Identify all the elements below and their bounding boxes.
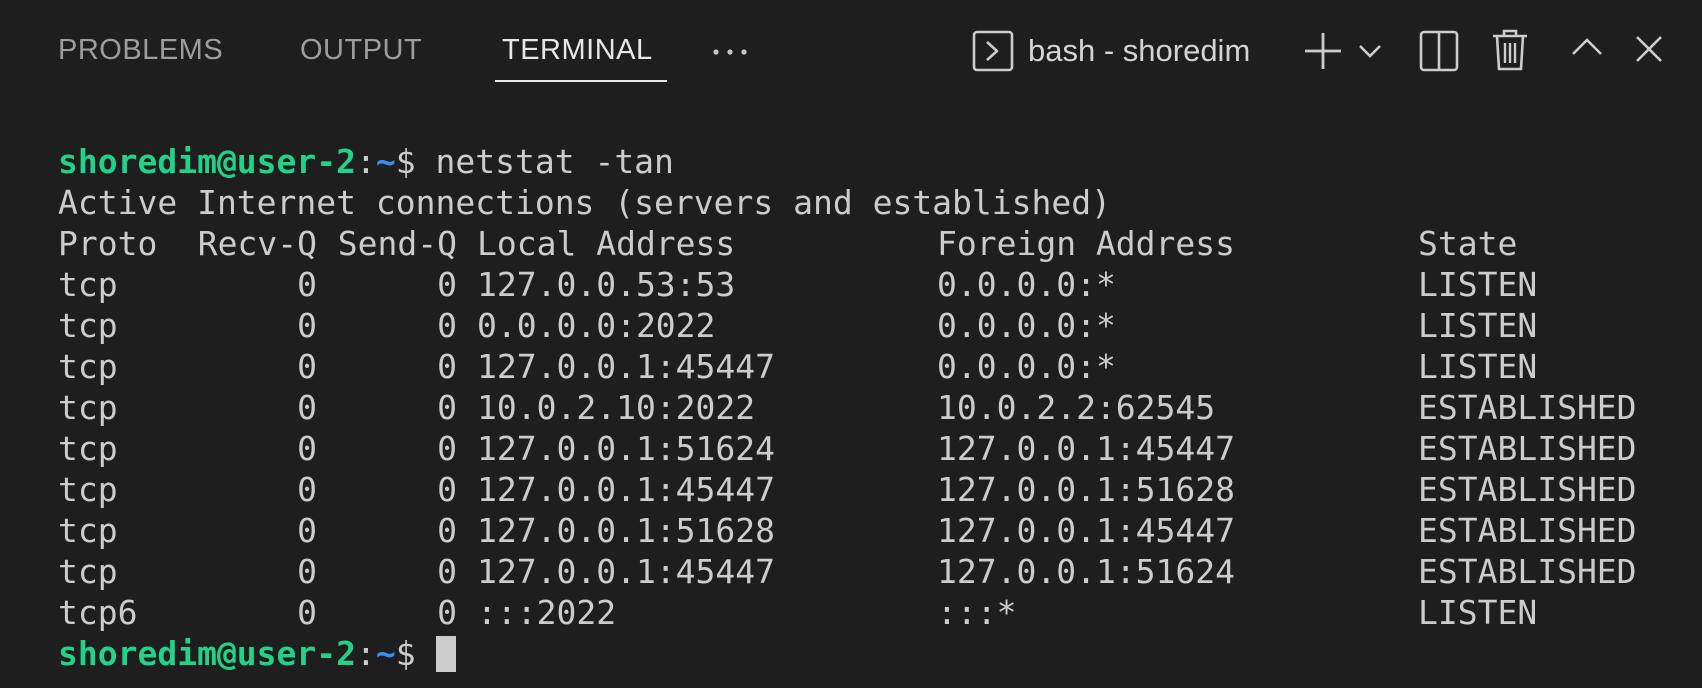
table-row: tcp 0 0 127.0.0.1:45447 0.0.0.0:* LISTEN xyxy=(58,346,1698,387)
cell-state: ESTABLISHED xyxy=(1418,552,1637,591)
prompt-symbol: $ xyxy=(395,142,416,181)
table-row: tcp 0 0 127.0.0.1:51628 127.0.0.1:45447 ESTAB… xyxy=(58,510,1698,551)
cell-recv-q: 0 xyxy=(297,306,317,345)
cell-state: LISTEN xyxy=(1418,306,1538,345)
prompt-colon: : xyxy=(356,142,376,181)
prompt-symbol: $ xyxy=(395,634,416,673)
cell-state: LISTEN xyxy=(1418,593,1538,632)
terminal-icon[interactable] xyxy=(972,30,1014,72)
active-tab-indicator xyxy=(495,80,667,82)
ellipsis-icon[interactable] xyxy=(710,30,750,70)
cell-state: LISTEN xyxy=(1418,347,1538,386)
cell-state: ESTABLISHED xyxy=(1418,470,1637,509)
table-row: tcp 0 0 10.0.2.10:2022 10.0.2.2:62545 ESTABLI… xyxy=(58,387,1698,428)
cell-proto: tcp xyxy=(58,388,118,427)
table-row: tcp 0 0 127.0.0.53:53 0.0.0.0:* LISTEN xyxy=(58,264,1698,305)
cell-proto: tcp xyxy=(58,265,118,304)
table-row: tcp 0 0 127.0.0.1:45447 127.0.0.1:51624 ESTAB… xyxy=(58,551,1698,592)
cell-foreign-address: 10.0.2.2:62545 xyxy=(937,388,1216,427)
table-row: tcp6 0 0:::2022:::* LISTEN xyxy=(58,592,1698,633)
output-title: Active Internet connections (servers and… xyxy=(58,183,1111,222)
close-icon[interactable] xyxy=(1634,34,1664,64)
cell-recv-q: 0 xyxy=(297,511,317,550)
header-state: State xyxy=(1418,224,1518,263)
text-cursor xyxy=(435,636,456,672)
cell-foreign-address: 0.0.0.0:* xyxy=(937,347,1116,386)
table-row: tcp 0 0 127.0.0.1:45447 127.0.0.1:51628 ESTAB… xyxy=(58,469,1698,510)
cell-state: ESTABLISHED xyxy=(1418,429,1637,468)
cell-proto: tcp xyxy=(58,552,118,591)
prompt-path: ~ xyxy=(375,142,396,181)
cell-local-address: 127.0.0.53:53 xyxy=(477,265,736,304)
cell-recv-q: 0 xyxy=(297,593,317,632)
cell-send-q: 0 xyxy=(437,552,457,591)
cell-recv-q: 0 xyxy=(297,347,317,386)
cell-send-q: 0 xyxy=(437,347,457,386)
cell-send-q: 0 xyxy=(437,429,457,468)
prompt-user-host: shoredim@user-2 xyxy=(58,142,357,181)
cell-recv-q: 0 xyxy=(297,552,317,591)
cell-send-q: 0 xyxy=(437,388,457,427)
prompt-user-host: shoredim@user-2 xyxy=(58,634,357,673)
prompt-line: shoredim@user-2:~$ xyxy=(58,633,1698,674)
terminal-panel: PROBLEMS OUTPUT TERMINAL bash - shoredim xyxy=(0,0,1702,688)
split-icon[interactable] xyxy=(1419,30,1459,72)
cell-foreign-address: 0.0.0.0:* xyxy=(937,306,1116,345)
cell-local-address: 0.0.0.0:2022 xyxy=(477,306,716,345)
cell-foreign-address: 127.0.0.1:51624 xyxy=(937,552,1236,591)
cell-local-address: 127.0.0.1:45447 xyxy=(477,347,776,386)
chevron-down-icon[interactable] xyxy=(1357,40,1383,62)
cell-local-address: 127.0.0.1:45447 xyxy=(477,552,776,591)
cell-recv-q: 0 xyxy=(297,470,317,509)
table-row: tcp 0 0 0.0.0.0:2022 0.0.0.0:* LISTEN xyxy=(58,305,1698,346)
cell-proto: tcp xyxy=(58,429,118,468)
command-line: shoredim@user-2:~$ netstat -tan xyxy=(58,141,1698,182)
cell-local-address: 127.0.0.1:51628 xyxy=(477,511,776,550)
cell-state: LISTEN xyxy=(1418,265,1538,304)
tab-problems[interactable]: PROBLEMS xyxy=(58,30,223,70)
table-header: Proto Recv-Q Send-Q Local Address Foreign Ad… xyxy=(58,223,1698,264)
tab-output[interactable]: OUTPUT xyxy=(300,30,422,70)
tab-terminal[interactable]: TERMINAL xyxy=(502,30,653,70)
cell-state: ESTABLISHED xyxy=(1418,511,1637,550)
header-foreign-address: Foreign Address xyxy=(937,224,1236,263)
trash-icon[interactable] xyxy=(1492,28,1528,72)
cell-send-q: 0 xyxy=(437,470,457,509)
cell-proto: tcp xyxy=(58,511,118,550)
cell-proto: tcp6 xyxy=(58,593,138,632)
cell-local-address: :::2022 xyxy=(477,593,617,632)
cell-proto: tcp xyxy=(58,347,118,386)
terminal-output[interactable]: shoredim@user-2:~$ netstat -tan Active I… xyxy=(58,141,1698,674)
header-proto: Proto xyxy=(58,224,158,263)
cell-send-q: 0 xyxy=(437,511,457,550)
header-recv-q: Recv-Q xyxy=(197,224,317,263)
cell-foreign-address: 127.0.0.1:45447 xyxy=(937,511,1236,550)
table-row: tcp 0 0 127.0.0.1:51624 127.0.0.1:45447 ESTAB… xyxy=(58,428,1698,469)
prompt-path: ~ xyxy=(375,634,396,673)
cell-foreign-address: 0.0.0.0:* xyxy=(937,265,1116,304)
plus-icon[interactable] xyxy=(1302,30,1344,72)
cell-proto: tcp xyxy=(58,306,118,345)
connection-rows: tcp 0 0 127.0.0.53:53 0.0.0.0:* LISTEN tcp 0 0 0.… xyxy=(58,264,1698,633)
cell-recv-q: 0 xyxy=(297,265,317,304)
terminal-name[interactable]: bash - shoredim xyxy=(1028,30,1250,72)
prompt-colon: : xyxy=(356,634,376,673)
command-text: netstat -tan xyxy=(415,142,674,181)
cell-foreign-address: :::* xyxy=(937,593,1017,632)
cell-foreign-address: 127.0.0.1:45447 xyxy=(937,429,1236,468)
cell-send-q: 0 xyxy=(437,265,457,304)
cell-recv-q: 0 xyxy=(297,429,317,468)
header-local-address: Local Address xyxy=(477,224,736,263)
cell-foreign-address: 127.0.0.1:51628 xyxy=(937,470,1236,509)
cell-local-address: 127.0.0.1:51624 xyxy=(477,429,776,468)
header-send-q: Send-Q xyxy=(337,224,457,263)
chevron-up-icon[interactable] xyxy=(1570,34,1604,60)
cell-proto: tcp xyxy=(58,470,118,509)
cell-local-address: 10.0.2.10:2022 xyxy=(477,388,756,427)
cell-local-address: 127.0.0.1:45447 xyxy=(477,470,776,509)
cell-state: ESTABLISHED xyxy=(1418,388,1637,427)
cell-send-q: 0 xyxy=(437,306,457,345)
cell-recv-q: 0 xyxy=(297,388,317,427)
cell-send-q: 0 xyxy=(437,593,457,632)
